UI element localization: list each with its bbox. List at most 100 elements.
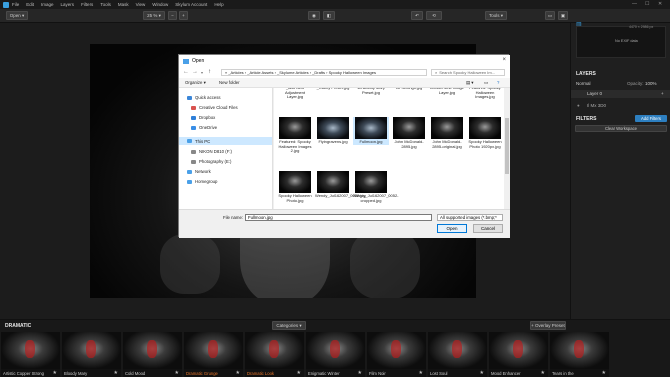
scrollbar-thumb[interactable] bbox=[505, 118, 509, 174]
organize-button[interactable]: Organize ▾ bbox=[185, 80, 206, 86]
file-item[interactable]: John McDonald-2895.jpg bbox=[391, 117, 427, 149]
nav-item[interactable]: This PC bbox=[179, 137, 272, 145]
blend-mode-dropdown[interactable]: Normal bbox=[576, 81, 591, 86]
new-folder-button[interactable]: New folder bbox=[219, 80, 240, 85]
star-icon[interactable]: ★ bbox=[175, 370, 179, 376]
opacity-value[interactable]: 100% bbox=[645, 81, 657, 86]
preset-item[interactable]: Cold Mood ★ bbox=[123, 332, 182, 377]
preset-item[interactable]: Lost Soul ★ bbox=[428, 332, 487, 377]
close-window-icon[interactable]: ✕ bbox=[658, 1, 662, 7]
preset-item[interactable]: Tears in the ★ bbox=[550, 332, 609, 377]
overlay-preset-button[interactable]: + Overlay Preset bbox=[530, 321, 566, 330]
file-item[interactable]: 1a Bloody Mary Preset.jpg bbox=[353, 88, 389, 95]
file-item[interactable]: Spooky Halloween Photo.jpg bbox=[277, 171, 313, 203]
star-icon[interactable]: ★ bbox=[114, 370, 118, 376]
star-icon[interactable]: ★ bbox=[297, 370, 301, 376]
preset-item[interactable]: Enigmatic Winter ★ bbox=[306, 332, 365, 377]
layout-toggle-icon[interactable]: ▣ bbox=[558, 11, 568, 20]
file-item[interactable]: Spooky Halloween Photo 1920px.jpg bbox=[467, 117, 503, 149]
history-icon[interactable]: ⟲ bbox=[426, 11, 442, 20]
file-name: Wendy_Jul162007_0052.jpg bbox=[315, 193, 366, 198]
star-icon[interactable]: ★ bbox=[236, 370, 240, 376]
search-input[interactable]: ⌕ Search Spooky Halloween Im... bbox=[431, 69, 505, 76]
menu-window[interactable]: Window bbox=[152, 2, 168, 7]
recent-dropdown-icon[interactable]: ▾ bbox=[201, 70, 203, 75]
up-arrow-icon[interactable]: ↑ bbox=[208, 69, 211, 75]
file-item[interactable]: Fullmoon.jpg bbox=[353, 117, 389, 145]
star-icon[interactable]: ★ bbox=[358, 370, 362, 376]
nav-item[interactable]: Homegroup bbox=[187, 179, 217, 184]
file-item[interactable]: John McDonald-2895-original.jpg bbox=[429, 117, 465, 149]
preset-item[interactable]: Bloody Mary ★ bbox=[62, 332, 121, 377]
menu-tools[interactable]: Tools bbox=[100, 2, 111, 7]
star-icon[interactable]: ★ bbox=[602, 370, 606, 376]
minimize-icon[interactable]: — bbox=[632, 1, 637, 7]
add-filters-button[interactable]: Add Filters bbox=[635, 115, 667, 122]
nav-item[interactable]: Dropbox bbox=[191, 115, 215, 120]
maximize-icon[interactable]: ☐ bbox=[645, 1, 649, 7]
star-icon[interactable]: ★ bbox=[541, 370, 545, 376]
nav-item[interactable]: Quick access bbox=[187, 95, 221, 100]
layer-add-icon[interactable]: + bbox=[661, 91, 664, 96]
undo-icon[interactable]: ↶ bbox=[411, 11, 423, 20]
preset-item[interactable]: Dramatic Grunge ★ bbox=[184, 332, 243, 377]
menu-layers[interactable]: Layers bbox=[61, 2, 75, 7]
open-menu-button[interactable]: Open ▾ bbox=[6, 11, 28, 20]
star-icon[interactable]: ★ bbox=[53, 370, 57, 376]
menu-help[interactable]: Help bbox=[214, 2, 223, 7]
file-name-input[interactable]: Fullmoon.jpg bbox=[245, 214, 432, 221]
cancel-button[interactable]: Cancel bbox=[473, 224, 503, 233]
path-breadcrumb[interactable]: « _Articles › _Article Assets › _Skylume… bbox=[221, 69, 427, 76]
menu-image[interactable]: Image bbox=[41, 2, 54, 7]
clear-workspace-label: Clear Workspace bbox=[604, 126, 638, 131]
nav-item[interactable]: Photography (E:) bbox=[191, 159, 231, 164]
preset-item[interactable]: Mood Enhancer ★ bbox=[489, 332, 548, 377]
menu-file[interactable]: File bbox=[12, 2, 19, 7]
nav-item[interactable]: Creative Cloud Files bbox=[191, 105, 238, 110]
file-item[interactable]: _Clarity Preset.jpg bbox=[315, 88, 351, 91]
file-item[interactable]: _add New Adjustment Layer.jpg bbox=[277, 88, 313, 100]
nav-item-label: Dropbox bbox=[199, 115, 216, 120]
star-icon[interactable]: ★ bbox=[480, 370, 484, 376]
star-icon[interactable]: ★ bbox=[419, 370, 423, 376]
preset-item[interactable]: Dramatic Look ★ bbox=[245, 332, 304, 377]
nav-item[interactable]: OneDrive bbox=[191, 125, 217, 130]
help-icon[interactable]: ? bbox=[497, 80, 499, 85]
preset-item[interactable]: Artistic Copper Strong ★ bbox=[1, 332, 60, 377]
zoom-in-button[interactable]: + bbox=[179, 11, 188, 20]
preview-pane-icon[interactable]: ▭ bbox=[484, 80, 488, 86]
file-item[interactable]: 2a Add New Image Layer.jpg bbox=[429, 88, 465, 95]
file-item[interactable]: Wendy_Jul162007_0052-cropped.jpg bbox=[353, 171, 399, 203]
categories-dropdown[interactable]: Categories ▾ bbox=[272, 321, 306, 330]
nav-item[interactable]: NIKON D810 (F:) bbox=[191, 149, 232, 154]
layer-row[interactable]: Layer 0 + bbox=[571, 90, 670, 98]
eye-icon[interactable]: ◉ bbox=[308, 11, 320, 20]
compare-icon[interactable]: ◧ bbox=[323, 11, 335, 20]
file-item[interactable]: Flyingravens.jpg bbox=[315, 117, 351, 145]
file-item[interactable]: 1b Settings.jpg bbox=[391, 88, 427, 91]
menu-skylum-account[interactable]: Skylum Account bbox=[175, 2, 207, 7]
menu-mask[interactable]: Mask bbox=[118, 2, 129, 7]
zoom-dropdown[interactable]: 25 % ▾ bbox=[143, 11, 165, 20]
view-options-icon[interactable]: ▤ ▾ bbox=[466, 80, 473, 86]
forward-arrow-icon[interactable]: → bbox=[192, 69, 198, 75]
file-list-scrollbar[interactable] bbox=[504, 88, 510, 209]
file-item[interactable]: Featured: Spooky Halloween Images.jpg bbox=[467, 88, 503, 100]
nav-item[interactable]: Network bbox=[187, 169, 211, 174]
open-button[interactable]: Open bbox=[437, 224, 467, 233]
menu-edit[interactable]: Edit bbox=[26, 2, 34, 7]
zoom-out-button[interactable]: − bbox=[168, 11, 177, 20]
menu-view[interactable]: View bbox=[136, 2, 146, 7]
file-item[interactable]: Featured: Spooky Halloween Images 2.jpg bbox=[277, 117, 313, 154]
file-item[interactable]: Wendy_Jul162007_0052.jpg bbox=[315, 171, 366, 199]
file-type-select[interactable]: All supported images (*.bmp;* bbox=[437, 214, 503, 221]
layer-sub-row[interactable]: ● Il Mx 3D0 bbox=[571, 102, 670, 110]
clear-workspace-button[interactable]: Clear Workspace bbox=[575, 125, 667, 132]
layer-eye-icon[interactable]: ● bbox=[577, 103, 580, 108]
menu-filters[interactable]: Filters bbox=[81, 2, 93, 7]
tools-dropdown[interactable]: Tools ▾ bbox=[485, 11, 507, 20]
dialog-close-icon[interactable]: × bbox=[502, 57, 506, 63]
preset-item[interactable]: Film Noir ★ bbox=[367, 332, 426, 377]
back-arrow-icon[interactable]: ← bbox=[183, 69, 189, 75]
panel-toggle-icon[interactable]: ▭ bbox=[545, 11, 555, 20]
